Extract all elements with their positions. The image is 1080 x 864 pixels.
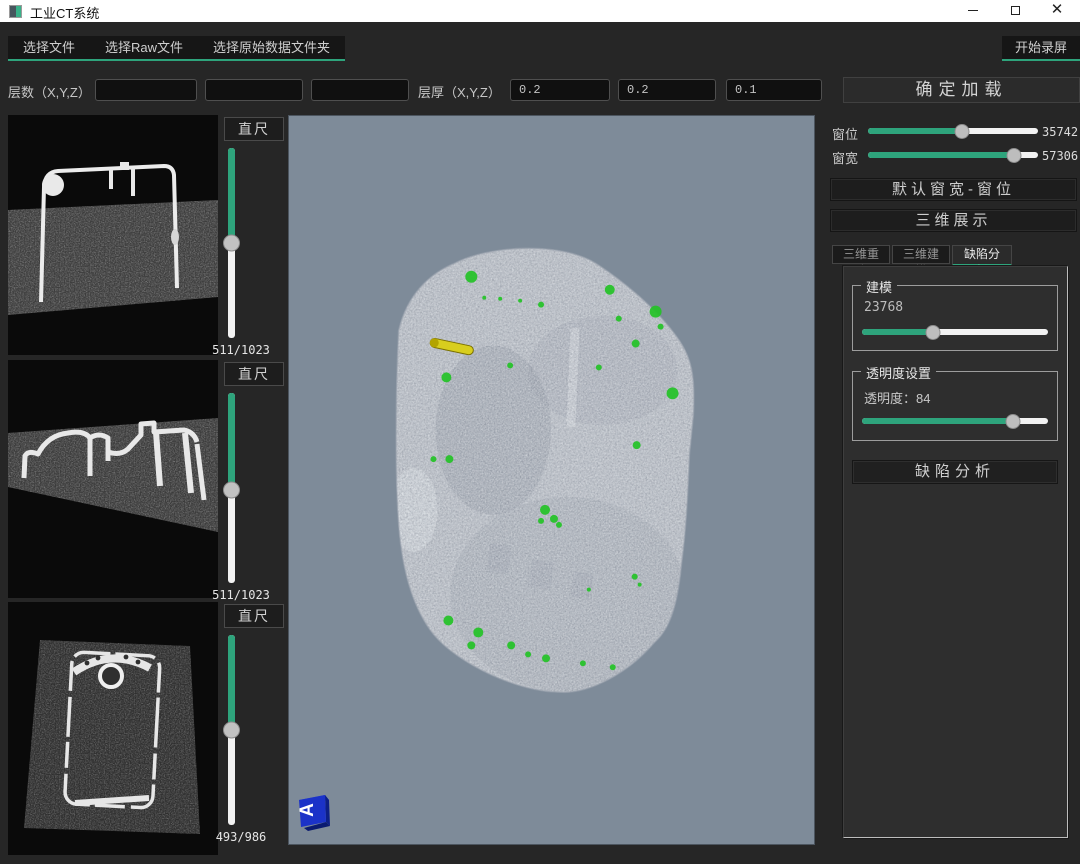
defect-analysis-panel: 建模 23768 透明度设置 透明度：84 缺陷分析 [843, 266, 1068, 838]
3d-viewport[interactable]: A [288, 115, 815, 845]
slice-slider[interactable] [223, 148, 240, 338]
orientation-cube-logo[interactable]: A [296, 788, 336, 832]
close-button[interactable]: ✕ [1040, 0, 1074, 22]
ruler-button[interactable]: 直尺 [224, 604, 284, 628]
select-raw-data-folder-button[interactable]: 选择原始数据文件夹 [198, 36, 345, 59]
window-width-value: 57306 [1042, 149, 1078, 163]
slice-index-value: 493/986 [206, 830, 276, 844]
default-window-button[interactable]: 默认窗宽-窗位 [830, 178, 1077, 201]
display-3d-button[interactable]: 三维展示 [830, 209, 1077, 232]
confirm-load-button[interactable]: 确定加载 [843, 77, 1080, 103]
layers-label: 层数（X,Y,Z） [8, 82, 91, 101]
window-level-value: 35742 [1042, 125, 1078, 139]
start-recording-button[interactable]: 开始录屏 [1002, 36, 1080, 61]
opacity-group-legend: 透明度设置 [861, 363, 936, 382]
window-width-slider[interactable] [868, 147, 1038, 163]
slice-view-bottom: 直尺 493/986 [8, 602, 290, 857]
file-toolbar: 选择文件 选择Raw文件 选择原始数据文件夹 [8, 36, 345, 61]
modeling-group: 建模 23768 [852, 285, 1058, 351]
opacity-value-label: 透明度：84 [864, 388, 930, 407]
3d-rendered-object [289, 116, 814, 844]
layers-y-input[interactable] [205, 79, 303, 101]
minimize-button[interactable] [956, 0, 990, 22]
thickness-label: 层厚（X,Y,Z） [418, 82, 501, 101]
svg-text:A: A [297, 803, 318, 817]
tab-3d-modeling[interactable]: 三维建模 [892, 245, 950, 264]
ruler-button[interactable]: 直尺 [224, 117, 284, 141]
modeling-group-legend: 建模 [861, 277, 897, 296]
slice-index-value: 511/1023 [206, 343, 276, 357]
ct-slice-image-xy[interactable] [8, 115, 218, 355]
slice-view-top: 直尺 511/1023 [8, 115, 290, 360]
window-level-label: 窗位 [832, 124, 858, 143]
select-file-button[interactable]: 选择文件 [8, 36, 90, 59]
defect-analysis-button[interactable]: 缺陷分析 [852, 460, 1058, 484]
maximize-button[interactable] [998, 0, 1032, 22]
opacity-slider[interactable] [862, 413, 1048, 429]
slice-slider[interactable] [223, 635, 240, 825]
ct-slice-image-yz[interactable] [8, 602, 218, 855]
title-bar: 工业CT系统 ✕ [0, 0, 1080, 22]
slice-index-value: 511/1023 [206, 588, 276, 602]
select-raw-file-button[interactable]: 选择Raw文件 [90, 36, 198, 59]
window-width-label: 窗宽 [832, 148, 858, 167]
tab-defect-analysis[interactable]: 缺陷分析 [952, 245, 1012, 266]
opacity-group: 透明度设置 透明度：84 [852, 371, 1058, 441]
app-icon [9, 5, 22, 18]
window-title: 工业CT系统 [30, 3, 99, 22]
modeling-value: 23768 [864, 300, 903, 315]
slice-slider[interactable] [223, 393, 240, 583]
modeling-slider[interactable] [862, 324, 1048, 340]
ruler-button[interactable]: 直尺 [224, 362, 284, 386]
thickness-x-input[interactable] [510, 79, 610, 101]
ct-slice-image-xz[interactable] [8, 360, 218, 598]
window-level-slider[interactable] [868, 123, 1038, 139]
thickness-z-input[interactable] [726, 79, 822, 101]
layers-z-input[interactable] [311, 79, 409, 101]
tab-3d-reconstruction[interactable]: 三维重建 [832, 245, 890, 264]
thickness-y-input[interactable] [618, 79, 716, 101]
slice-view-middle: 直尺 511/1023 [8, 360, 290, 602]
layers-x-input[interactable] [95, 79, 197, 101]
